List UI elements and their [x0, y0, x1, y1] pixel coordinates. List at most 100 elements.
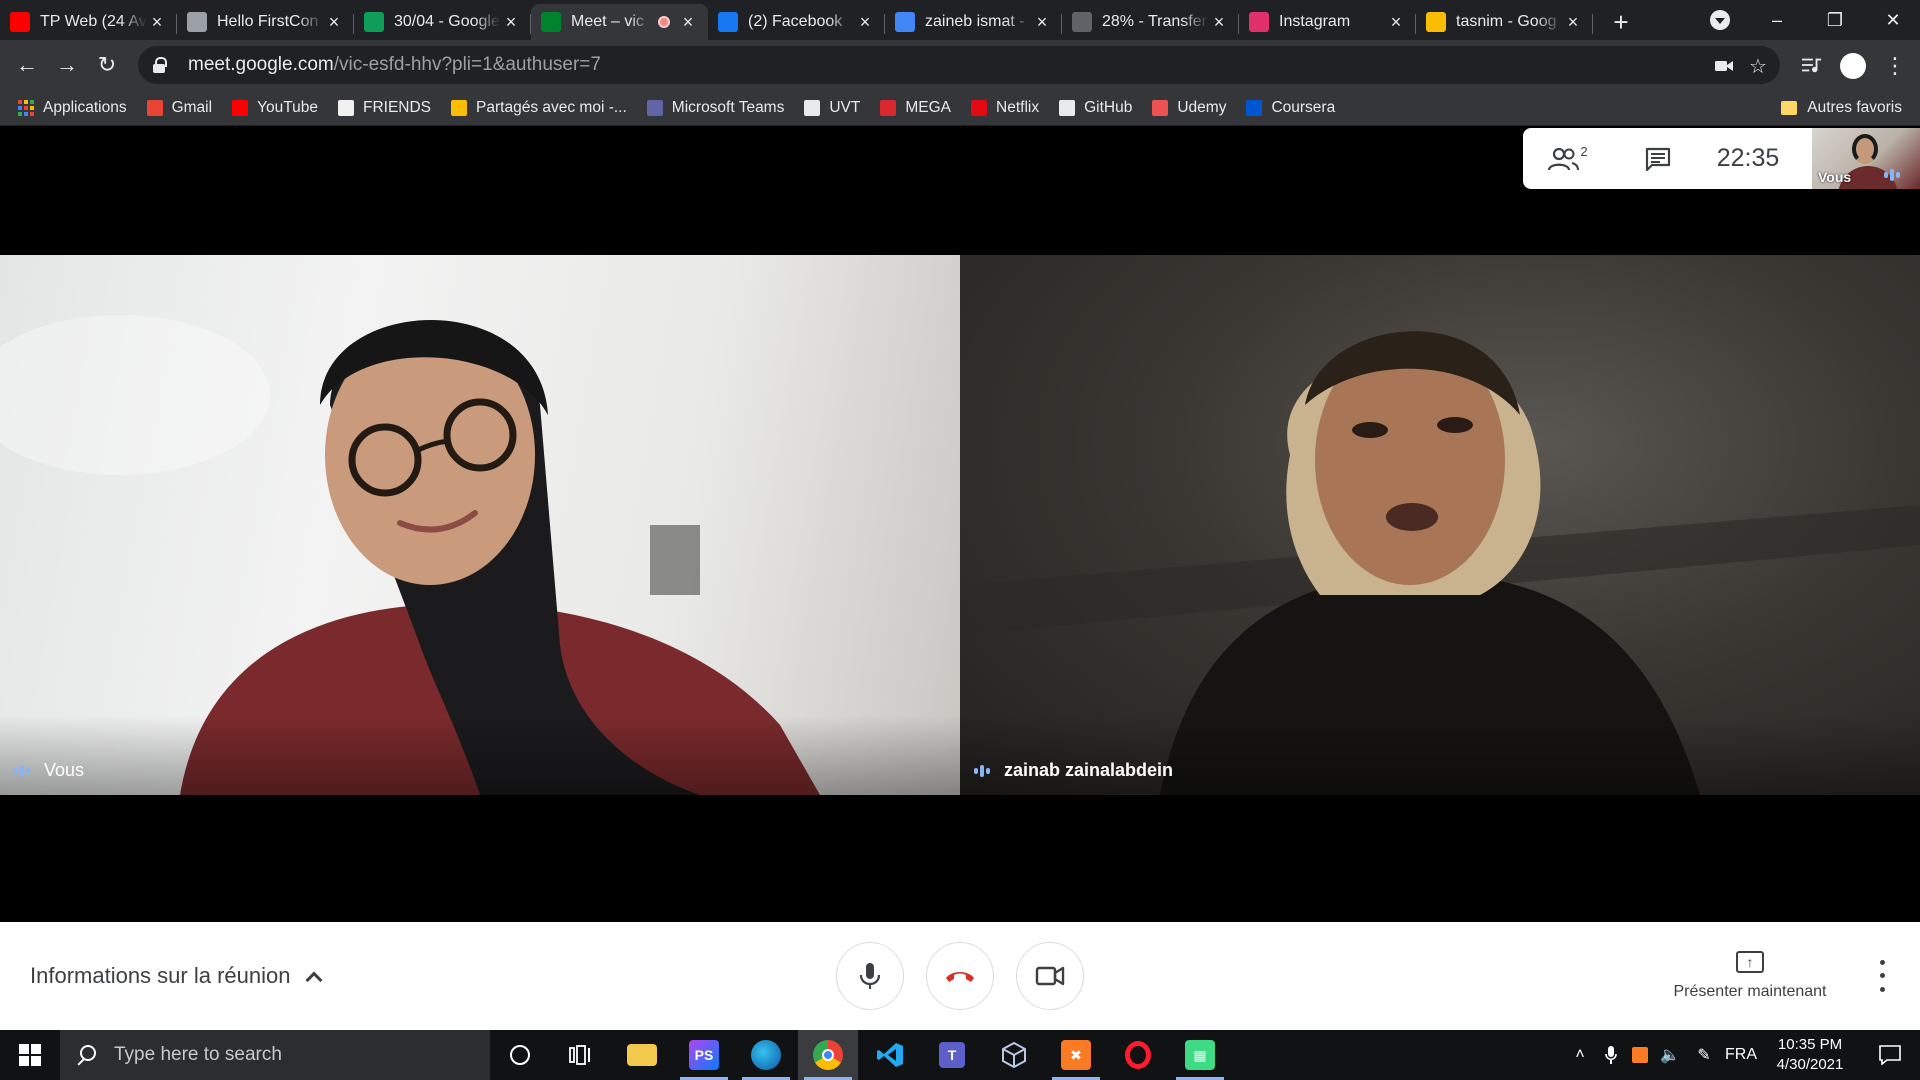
chat-button[interactable] [1613, 128, 1703, 189]
tab-separator [1592, 14, 1593, 34]
bookmark-item[interactable]: Gmail [146, 99, 212, 117]
tab-title: Hello FirstCon [217, 13, 319, 30]
taskbar-search-box[interactable]: Type here to search [60, 1030, 490, 1080]
taskbar-android-studio[interactable]: ▦ [1170, 1030, 1230, 1080]
browser-tab[interactable]: Instagram × [1239, 4, 1416, 40]
tab-search-icon[interactable] [1710, 10, 1730, 30]
hang-up-button[interactable] [926, 942, 994, 1010]
pen-workspace-icon[interactable]: ✎ [1686, 1030, 1722, 1080]
show-hidden-icons-chevron-up-icon[interactable]: ˄ [1564, 1030, 1596, 1080]
participants-button[interactable]: 2 [1523, 128, 1613, 189]
taskbar-phpstorm[interactable]: PS [674, 1030, 734, 1080]
minimize-icon[interactable]: – [1748, 0, 1806, 40]
taskbar-edge[interactable] [736, 1030, 796, 1080]
browser-tab-strip: TP Web (24 Av × Hello FirstCon × 30/04 - Goo… [0, 0, 1920, 40]
close-tab-icon[interactable]: × [1209, 12, 1229, 32]
tray-microphone-icon[interactable] [1596, 1030, 1626, 1080]
forward-arrow-icon[interactable]: → [52, 50, 82, 80]
microphone-button[interactable] [836, 942, 904, 1010]
edge-icon [751, 1040, 781, 1070]
browser-tab[interactable]: Hello FirstCon × [177, 4, 354, 40]
browser-tab[interactable]: 30/04 - Google × [354, 4, 531, 40]
notifications-icon[interactable] [1860, 1030, 1920, 1080]
task-view-button[interactable] [550, 1030, 610, 1080]
tab-title: TP Web (24 Av [40, 13, 147, 30]
bookmark-label: Microsoft Teams [671, 98, 785, 116]
taskbar-teams[interactable]: T [922, 1030, 982, 1080]
taskbar-clock[interactable]: 10:35 PM 4/30/2021 [1760, 1030, 1860, 1080]
browser-tab[interactable]: (2) Facebook × [708, 4, 885, 40]
bookmark-star-icon[interactable]: ☆ [1748, 56, 1768, 78]
windows-start-button[interactable] [0, 1030, 60, 1080]
video-tile-remote[interactable]: zainab zainalabdein [960, 255, 1920, 795]
bookmark-item[interactable]: MEGA [880, 99, 951, 117]
video-tile-self[interactable]: Vous [0, 255, 960, 795]
meeting-info-button[interactable]: Informations sur la réunion [30, 922, 323, 1030]
profile-avatar[interactable] [1840, 53, 1866, 79]
taskbar-xampp[interactable]: ✖ [1046, 1030, 1106, 1080]
browser-tab[interactable]: TP Web (24 Av × [0, 4, 177, 40]
restore-icon[interactable]: ❐ [1806, 0, 1864, 40]
self-thumb-label: Vous [1818, 169, 1852, 185]
participant-count: 2 [1580, 144, 1588, 159]
globe-icon [187, 12, 207, 32]
new-tab-button[interactable]: + [1601, 4, 1641, 40]
browser-tab[interactable]: 28% - Transfer × [1062, 4, 1239, 40]
volume-icon[interactable]: 🔈 [1654, 1030, 1686, 1080]
browser-tab[interactable]: zaineb ismat - × [885, 4, 1062, 40]
browser-menu-icon[interactable]: ⋮ [1884, 52, 1906, 80]
self-view-thumbnail[interactable]: Vous [1812, 128, 1920, 189]
taskbar-vscode[interactable] [860, 1030, 920, 1080]
bookmark-item[interactable]: Netflix [971, 99, 1039, 117]
camera-in-use-icon[interactable] [1714, 56, 1734, 76]
tab-title: (2) Facebook [748, 13, 843, 30]
taskbar-opera[interactable] [1108, 1030, 1168, 1080]
bookmark-label: Applications [43, 98, 127, 116]
media-control-icon[interactable] [1802, 55, 1822, 75]
taskbar-file-explorer[interactable] [612, 1030, 672, 1080]
search-icon [76, 1045, 96, 1065]
gmail-icon [146, 99, 163, 116]
bookmark-item[interactable]: Applications [18, 99, 127, 117]
tab-list: TP Web (24 Av × Hello FirstCon × 30/04 - Goo… [0, 4, 1593, 40]
participant-video-self [0, 315, 820, 795]
google-meet-icon [541, 12, 561, 32]
bookmark-item[interactable]: Microsoft Teams [646, 98, 785, 117]
close-tab-icon[interactable]: × [855, 12, 875, 32]
present-now-button[interactable]: ↑ Présenter maintenant [1660, 922, 1840, 1030]
chat-icon [1645, 147, 1671, 171]
close-tab-icon[interactable]: × [1032, 12, 1052, 32]
cortana-button[interactable] [490, 1030, 550, 1080]
back-arrow-icon[interactable]: ← [12, 50, 42, 80]
close-tab-icon[interactable]: × [678, 12, 698, 32]
url-text[interactable]: meet.google.com/vic-esfd-hhv?pli=1&authu… [188, 54, 601, 76]
other-bookmarks-folder[interactable]: Autres favoris [1781, 90, 1902, 126]
browser-tab[interactable]: tasnim - Goog × [1416, 4, 1593, 40]
bookmark-item[interactable]: YouTube [232, 99, 318, 117]
bookmark-item[interactable]: UVT [804, 99, 860, 117]
reload-icon[interactable]: ↻ [92, 50, 122, 80]
youtube-icon [232, 99, 249, 116]
bookmark-item[interactable]: Partagés avec moi -... [451, 99, 627, 117]
taskbar-virtualbox[interactable] [984, 1030, 1044, 1080]
close-window-icon[interactable]: ✕ [1864, 0, 1920, 40]
camera-button[interactable] [1016, 942, 1084, 1010]
taskbar-chrome[interactable] [798, 1030, 858, 1080]
close-tab-icon[interactable]: × [147, 12, 167, 32]
bookmark-item[interactable]: Udemy [1152, 99, 1226, 117]
lock-icon[interactable] [152, 57, 168, 73]
close-tab-icon[interactable]: × [1386, 12, 1406, 32]
participant-name-label: Vous [44, 760, 85, 780]
close-tab-icon[interactable]: × [501, 12, 521, 32]
bookmark-item[interactable]: GitHub [1059, 99, 1132, 117]
bookmark-item[interactable]: Coursera [1246, 99, 1335, 117]
bookmark-item[interactable]: FRIENDS [337, 99, 431, 117]
address-bar[interactable]: meet.google.com/vic-esfd-hhv?pli=1&authu… [138, 46, 1780, 84]
browser-tab[interactable]: Meet – vic × [531, 4, 708, 40]
close-tab-icon[interactable]: × [1563, 12, 1583, 32]
more-options-icon[interactable] [1872, 956, 1892, 996]
bookmark-label: MEGA [905, 98, 952, 116]
close-tab-icon[interactable]: × [324, 12, 344, 32]
tray-xampp-icon[interactable] [1626, 1030, 1654, 1080]
input-language-indicator[interactable]: FRA [1722, 1030, 1760, 1080]
